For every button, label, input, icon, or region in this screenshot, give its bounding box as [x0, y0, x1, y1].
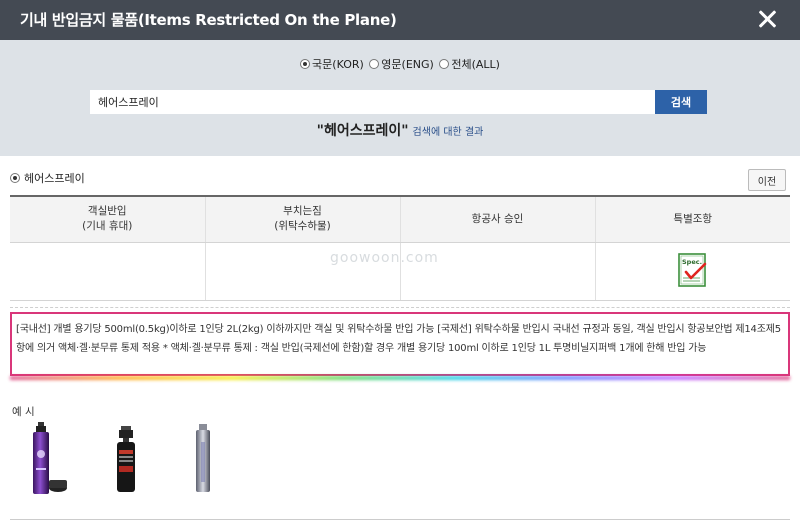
cell-cabin	[10, 242, 205, 301]
rainbow-glow	[10, 376, 790, 380]
radio-selected-icon	[300, 59, 311, 69]
bottom-divider	[10, 519, 790, 520]
search-result-line: "헤어스프레이" 검색에 대한 결과	[0, 120, 800, 140]
rule-table: 객실반입 (기내 휴대) 부치는짐 (위탁수하물) 항공사 승인 특별조항 Sp…	[10, 195, 790, 301]
prev-button[interactable]: 이전	[748, 169, 786, 191]
result-term: "헤어스프레이"	[316, 123, 409, 139]
header-special: 특별조항	[594, 195, 790, 243]
restriction-notice: [국내선] 개별 용기당 500ml(0.5kg)이하로 1인당 2L(2kg)…	[10, 312, 790, 376]
silver-hairspray-can-image	[196, 424, 210, 492]
radio-label: 국문(KOR)	[312, 58, 364, 71]
header-airline-approval: 항공사 승인	[399, 195, 595, 243]
header-cabin: 객실반입 (기내 휴대)	[10, 195, 205, 243]
header-line: 부치는짐	[283, 205, 322, 218]
radio-label: 영문(ENG)	[381, 58, 434, 71]
search-button[interactable]: 검색	[655, 90, 707, 114]
search-area: 국문(KOR) 영문(ENG) 전체(ALL) 검색 "헤어스프레이"검색에 대…	[0, 40, 800, 156]
divider	[10, 307, 790, 308]
search-input[interactable]	[90, 90, 655, 114]
watermark: goowoon.com	[330, 250, 439, 266]
item-name: 헤어스프레이	[24, 172, 85, 185]
header-checked: 부치는짐 (위탁수하물)	[204, 195, 400, 243]
purple-hairspray-can-image	[33, 422, 67, 494]
language-radio-group: 국문(KOR) 영문(ENG) 전체(ALL)	[0, 56, 800, 72]
header-line: 특별조항	[673, 212, 713, 225]
radio-korean[interactable]: 국문(KOR)	[300, 56, 364, 72]
header-line: (위탁수하물)	[274, 220, 331, 233]
spec-checkmark-icon[interactable]: Spec.	[677, 253, 708, 289]
dialog-title: 기내 반입금지 물품(Items Restricted On the Plane…	[20, 11, 397, 29]
radio-label: 전체(ALL)	[451, 58, 500, 71]
radio-all[interactable]: 전체(ALL)	[439, 56, 500, 72]
table-header-row: 객실반입 (기내 휴대) 부치는짐 (위탁수하물) 항공사 승인 특별조항	[10, 195, 790, 243]
dialog-header: 기내 반입금지 물품(Items Restricted On the Plane…	[0, 0, 800, 40]
example-label: 예 시	[12, 406, 35, 418]
radio-english[interactable]: 영문(ENG)	[369, 56, 434, 72]
black-spray-bottle-image	[117, 426, 135, 492]
spec-icon-text: Spec.	[682, 258, 702, 266]
result-suffix: 검색에 대한 결과	[412, 127, 484, 138]
bullet-icon	[10, 173, 20, 183]
header-line: 항공사 승인	[471, 212, 524, 225]
radio-unselected-icon	[369, 59, 380, 69]
radio-unselected-icon	[439, 59, 450, 69]
close-icon[interactable]	[756, 8, 778, 30]
header-line: (기내 휴대)	[82, 220, 133, 233]
item-heading: 헤어스프레이	[10, 170, 85, 186]
header-line: 객실반입	[87, 205, 127, 218]
cell-special: Spec.	[594, 242, 790, 301]
